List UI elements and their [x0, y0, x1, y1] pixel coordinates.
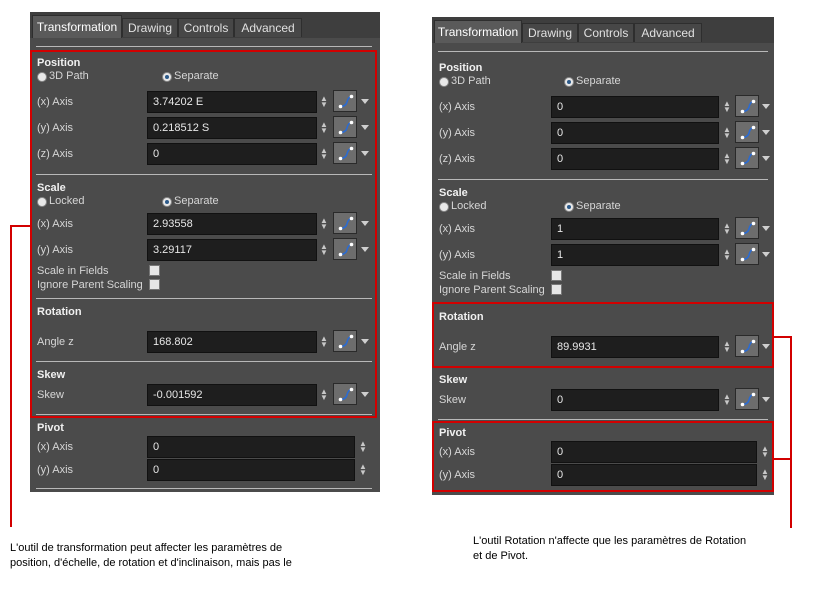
- position-x-function-button[interactable]: [735, 95, 759, 117]
- scale-y-label: (y) Axis: [439, 249, 476, 261]
- annotation-connector: [10, 225, 12, 527]
- function-curve-icon: [740, 151, 756, 166]
- right-caption: L'outil Rotation n'affecte que les param…: [473, 534, 813, 564]
- 3d-path-label: 3D Path: [451, 75, 491, 87]
- separate-label: Separate: [576, 75, 621, 87]
- tab-controls[interactable]: Controls: [578, 23, 634, 42]
- separator: [36, 488, 372, 489]
- position-z-function-button[interactable]: [735, 147, 759, 169]
- position-header: Position: [439, 62, 483, 74]
- rotation-highlight: [432, 302, 774, 368]
- scale-in-fields-label: Scale in Fields: [439, 270, 511, 282]
- pivot-highlight: [432, 421, 774, 492]
- scale-y-spinner[interactable]: ▲ ▼: [723, 248, 731, 262]
- position-y-field[interactable]: 0: [551, 122, 719, 144]
- pivot-x-field[interactable]: 0: [147, 436, 355, 458]
- function-curve-icon: [740, 221, 756, 236]
- separator: [438, 179, 768, 180]
- scale-header: Scale: [439, 187, 468, 199]
- right-caption-line2: et de Pivot.: [473, 550, 529, 562]
- position-x-spinner[interactable]: ▲ ▼: [723, 100, 731, 114]
- pivot-x-label: (x) Axis: [37, 441, 74, 453]
- ignore-parent-scaling-label: Ignore Parent Scaling: [439, 284, 545, 296]
- position-y-function-button[interactable]: [735, 121, 759, 143]
- position-z-dropdown-arrow[interactable]: [762, 156, 770, 161]
- tab-bar: Transformation Drawing Controls Advanced: [432, 17, 774, 43]
- position-x-dropdown-arrow[interactable]: [762, 104, 770, 109]
- position-z-spinner[interactable]: ▲ ▼: [723, 152, 731, 166]
- scale-y-function-button[interactable]: [735, 243, 759, 265]
- scale-x-dropdown-arrow[interactable]: [762, 226, 770, 231]
- scale-separate-label: Separate: [576, 200, 621, 212]
- tab-controls[interactable]: Controls: [178, 18, 234, 37]
- tab-transformation[interactable]: Transformation: [32, 15, 122, 38]
- scale-in-fields-checkbox[interactable]: [551, 270, 562, 281]
- position-z-field[interactable]: 0: [551, 148, 719, 170]
- left-caption-line1: L'outil de transformation peut affecter …: [10, 542, 283, 554]
- function-curve-icon: [740, 99, 756, 114]
- scale-y-field[interactable]: 1: [551, 244, 719, 266]
- ignore-parent-scaling-checkbox[interactable]: [551, 284, 562, 295]
- tab-advanced[interactable]: Advanced: [634, 23, 702, 42]
- skew-field[interactable]: 0: [551, 389, 719, 411]
- separator: [438, 419, 768, 420]
- left-caption-line2: position, d'échelle, de rotation et d'in…: [10, 557, 292, 569]
- scale-x-field[interactable]: 1: [551, 218, 719, 240]
- skew-spinner[interactable]: ▲ ▼: [723, 393, 731, 407]
- position-z-label: (z) Axis: [439, 153, 476, 165]
- left-caption: L'outil de transformation peut affecter …: [10, 541, 390, 571]
- tab-transformation[interactable]: Transformation: [434, 20, 522, 43]
- annotation-connector: [790, 336, 792, 528]
- pivot-header: Pivot: [37, 422, 64, 434]
- scale-separate-radio[interactable]: [564, 202, 574, 212]
- scale-x-function-button[interactable]: [735, 217, 759, 239]
- scale-x-spinner[interactable]: ▲ ▼: [723, 222, 731, 236]
- annotation-connector: [10, 225, 30, 227]
- skew-function-button[interactable]: [735, 388, 759, 410]
- pivot-y-label: (y) Axis: [37, 464, 74, 476]
- function-curve-icon: [740, 247, 756, 262]
- separator: [438, 51, 768, 52]
- skew-dropdown-arrow[interactable]: [762, 397, 770, 402]
- position-x-label: (x) Axis: [439, 101, 476, 113]
- position-x-field[interactable]: 0: [551, 96, 719, 118]
- position-y-label: (y) Axis: [439, 127, 476, 139]
- position-y-spinner[interactable]: ▲ ▼: [723, 126, 731, 140]
- scale-x-label: (x) Axis: [439, 223, 476, 235]
- locked-radio[interactable]: [439, 202, 449, 212]
- right-caption-line1: L'outil Rotation n'affecte que les param…: [473, 535, 747, 547]
- pivot-y-spinner[interactable]: ▲ ▼: [359, 463, 367, 477]
- tab-drawing[interactable]: Drawing: [522, 23, 578, 42]
- skew-header: Skew: [439, 374, 468, 386]
- pivot-y-field[interactable]: 0: [147, 459, 355, 481]
- 3d-path-radio[interactable]: [439, 77, 449, 87]
- tab-drawing[interactable]: Drawing: [122, 18, 178, 37]
- scale-y-dropdown-arrow[interactable]: [762, 252, 770, 257]
- separator: [36, 46, 372, 47]
- function-curve-icon: [740, 392, 756, 407]
- position-y-dropdown-arrow[interactable]: [762, 130, 770, 135]
- separate-radio[interactable]: [564, 77, 574, 87]
- tab-bar: Transformation Drawing Controls Advanced: [30, 12, 380, 38]
- locked-label: Locked: [451, 200, 487, 212]
- function-curve-icon: [740, 125, 756, 140]
- tab-advanced[interactable]: Advanced: [234, 18, 302, 37]
- pivot-x-spinner[interactable]: ▲ ▼: [359, 440, 367, 454]
- affected-parameters-highlight: [30, 50, 377, 418]
- skew-label: Skew: [439, 394, 466, 406]
